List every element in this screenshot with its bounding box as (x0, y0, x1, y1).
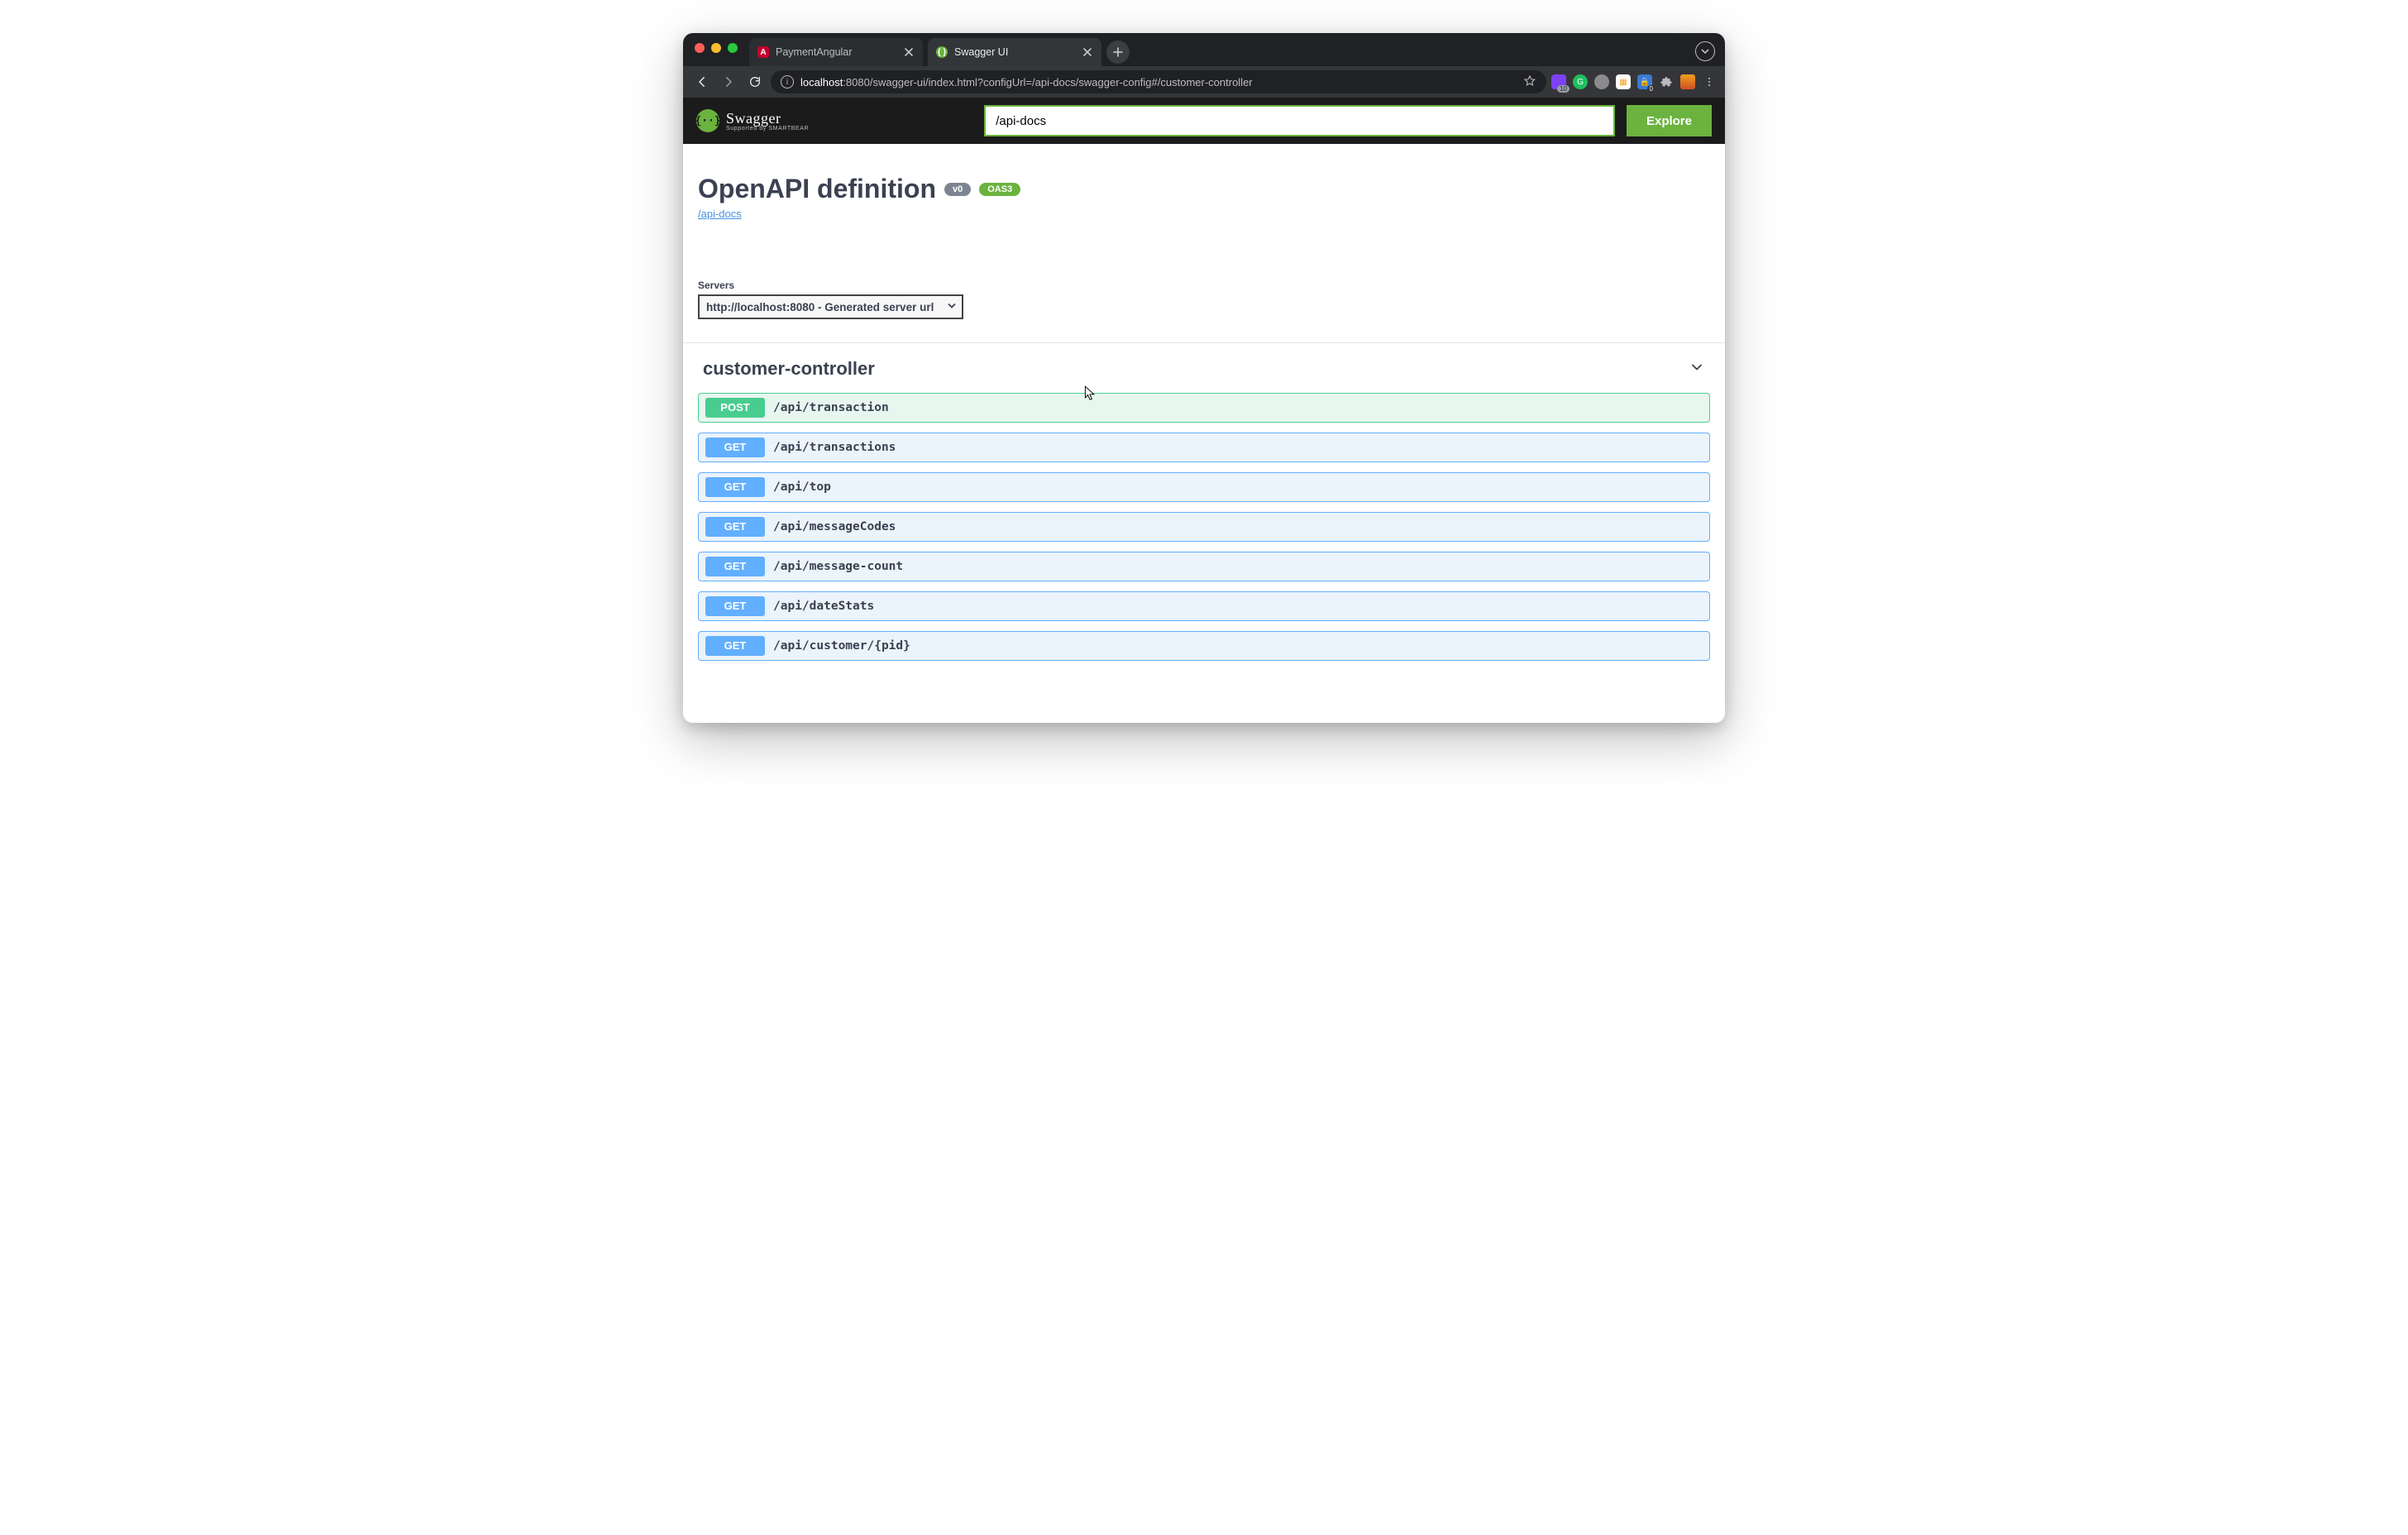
address-bar[interactable]: i localhost:8080/swagger-ui/index.html?c… (771, 70, 1546, 93)
endpoint-path: /api/messageCodes (773, 520, 896, 533)
http-method-badge: POST (705, 398, 765, 418)
tab-label: Swagger UI (954, 46, 1075, 58)
endpoint-path: /api/transactions (773, 441, 896, 454)
operation-row[interactable]: GET/api/message-count (698, 552, 1710, 581)
reload-button[interactable] (744, 71, 766, 93)
maximize-window-button[interactable] (728, 43, 738, 53)
http-method-badge: GET (705, 636, 765, 656)
extension-icon[interactable]: 🔒0 (1637, 74, 1652, 89)
endpoint-path: /api/customer/{pid} (773, 639, 910, 653)
account-avatar-icon[interactable] (1695, 41, 1715, 61)
operation-row[interactable]: GET/api/transactions (698, 433, 1710, 462)
grammarly-icon[interactable]: G (1573, 74, 1588, 89)
extensions-puzzle-icon[interactable] (1659, 74, 1674, 89)
spec-link[interactable]: /api-docs (698, 208, 742, 220)
http-method-badge: GET (705, 438, 765, 457)
operation-row[interactable]: GET/api/dateStats (698, 591, 1710, 621)
explore-button[interactable]: Explore (1627, 105, 1712, 136)
extension-icon[interactable] (1594, 74, 1609, 89)
http-method-badge: GET (705, 477, 765, 497)
swagger-logo: {··} Swagger Supported by SMARTBEAR (696, 109, 809, 132)
chevron-down-icon (947, 301, 957, 313)
api-title: OpenAPI definition (698, 174, 936, 204)
tag-customer-controller[interactable]: customer-controller (698, 343, 1710, 388)
operation-row[interactable]: GET/api/top (698, 472, 1710, 502)
brand-name: Swagger (726, 110, 781, 127)
profile-avatar[interactable] (1680, 74, 1695, 89)
brand-subtitle: Supported by SMARTBEAR (726, 126, 809, 132)
browser-menu-icon[interactable] (1702, 74, 1717, 89)
browser-toolbar: i localhost:8080/swagger-ui/index.html?c… (683, 66, 1725, 98)
close-tab-icon[interactable] (1082, 46, 1093, 58)
new-tab-button[interactable] (1106, 41, 1130, 64)
close-window-button[interactable] (695, 43, 705, 53)
swagger-icon: { } (936, 46, 948, 58)
site-info-icon[interactable]: i (781, 75, 794, 88)
http-method-badge: GET (705, 596, 765, 616)
window-controls (695, 43, 738, 53)
servers-label: Servers (698, 280, 1710, 291)
endpoint-path: /api/transaction (773, 401, 889, 414)
bookmark-star-icon[interactable] (1523, 74, 1536, 90)
oas-badge: OAS3 (979, 183, 1020, 196)
browser-window: A PaymentAngular { } Swagger UI (683, 33, 1725, 723)
browser-tab-swaggerui[interactable]: { } Swagger UI (928, 38, 1101, 66)
server-select[interactable]: http://localhost:8080 - Generated server… (698, 294, 963, 319)
operation-row[interactable]: GET/api/messageCodes (698, 512, 1710, 542)
http-method-badge: GET (705, 557, 765, 576)
back-button[interactable] (691, 71, 713, 93)
chevron-down-icon (1689, 359, 1705, 380)
url-host: localhost:8080/swagger-ui/index.html?con… (800, 76, 1253, 88)
swagger-topbar: {··} Swagger Supported by SMARTBEAR Expl… (683, 98, 1725, 144)
browser-tabstrip: A PaymentAngular { } Swagger UI (683, 33, 1725, 66)
spec-url-input[interactable] (984, 105, 1615, 136)
browser-tab-paymentangular[interactable]: A PaymentAngular (749, 38, 923, 66)
operation-row[interactable]: POST/api/transaction (698, 393, 1710, 423)
minimize-window-button[interactable] (711, 43, 721, 53)
swagger-mark-icon: {··} (696, 109, 719, 132)
forward-button[interactable] (718, 71, 739, 93)
extension-icon[interactable]: 10 (1551, 74, 1566, 89)
tab-label: PaymentAngular (776, 46, 896, 58)
operations-list: POST/api/transaction GET/api/transactions… (698, 388, 1710, 661)
endpoint-path: /api/top (773, 481, 831, 494)
tag-name: customer-controller (703, 358, 875, 380)
version-badge: v0 (944, 183, 971, 196)
extension-icons: 10 G ▦ 🔒0 (1551, 74, 1717, 89)
swagger-body: OpenAPI definition v0 OAS3 /api-docs Ser… (683, 144, 1725, 723)
server-selected-value: http://localhost:8080 - Generated server… (706, 301, 934, 313)
angular-icon: A (757, 46, 769, 58)
endpoint-path: /api/dateStats (773, 600, 874, 613)
endpoint-path: /api/message-count (773, 560, 903, 573)
extension-icon[interactable]: ▦ (1616, 74, 1631, 89)
close-tab-icon[interactable] (903, 46, 915, 58)
operation-row[interactable]: GET/api/customer/{pid} (698, 631, 1710, 661)
http-method-badge: GET (705, 517, 765, 537)
